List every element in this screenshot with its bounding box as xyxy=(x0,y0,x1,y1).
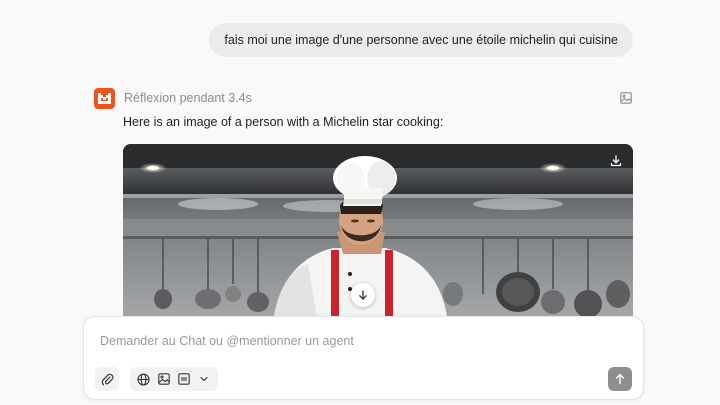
image-icon[interactable] xyxy=(156,371,171,387)
download-icon[interactable] xyxy=(607,152,625,170)
assistant-answer: Here is an image of a person with a Mich… xyxy=(123,115,444,129)
thinking-duration[interactable]: Réflexion pendant 3.4s xyxy=(124,91,252,105)
canvas-icon[interactable] xyxy=(177,371,192,387)
tools-group xyxy=(130,367,218,391)
chat-input[interactable] xyxy=(100,334,600,348)
mistral-logo-icon xyxy=(94,87,115,109)
globe-icon[interactable] xyxy=(136,371,151,387)
chat-composer xyxy=(83,316,644,400)
generated-image[interactable] xyxy=(123,144,633,324)
arrow-down-icon[interactable] xyxy=(351,283,375,307)
send-button[interactable] xyxy=(608,367,632,391)
arrow-up-icon xyxy=(615,373,625,385)
chevron-down-icon[interactable] xyxy=(197,371,212,387)
paperclip-icon[interactable] xyxy=(95,367,119,391)
user-message: fais moi une image d'une personne avec u… xyxy=(209,23,633,57)
image-icon[interactable] xyxy=(618,90,634,106)
assistant-header: Réflexion pendant 3.4s xyxy=(94,87,634,109)
